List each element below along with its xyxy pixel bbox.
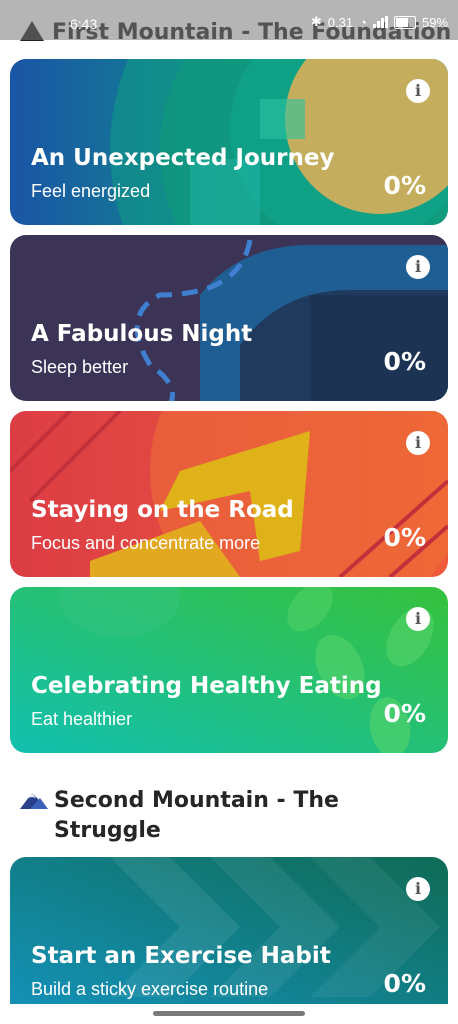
card-unexpected-journey[interactable]: i An Unexpected Journey Feel energized 0… <box>10 59 448 225</box>
card-progress: 0% <box>383 969 426 998</box>
info-icon[interactable]: i <box>406 607 430 631</box>
card-subtitle: Focus and concentrate more <box>31 533 261 553</box>
navigation-bar <box>0 1004 458 1024</box>
status-time: 6:43 <box>70 16 98 32</box>
card-progress: 0% <box>383 347 426 376</box>
status-bar: 6:43 ✱ 0.31 ◔ 59% <box>0 0 458 40</box>
wifi-icon: ◔ <box>359 14 367 30</box>
card-exercise-habit[interactable]: i Start an Exercise Habit Build a sticky… <box>10 857 448 1023</box>
card-title: Staying on the Road <box>31 497 294 523</box>
snowy-mountain-icon <box>20 788 48 818</box>
info-icon[interactable]: i <box>406 255 430 279</box>
card-healthy-eating[interactable]: i Celebrating Healthy Eating Eat healthi… <box>10 587 448 753</box>
card-title: Start an Exercise Habit <box>31 943 331 969</box>
card-subtitle: Build a sticky exercise routine <box>31 979 269 999</box>
card-progress: 0% <box>383 171 426 200</box>
network-speed: 0.31 <box>327 14 354 30</box>
bluetooth-icon: ✱ <box>310 14 322 29</box>
card-subtitle: Feel energized <box>31 181 151 201</box>
card-subtitle: Sleep better <box>31 357 129 377</box>
card-staying-on-road[interactable]: i Staying on the Road Focus and concentr… <box>10 411 448 577</box>
status-icons: ✱ 0.31 ◔ 59% <box>311 14 448 30</box>
info-icon[interactable]: i <box>406 431 430 455</box>
info-icon[interactable]: i <box>406 877 430 901</box>
card-progress: 0% <box>383 699 426 728</box>
card-fabulous-night[interactable]: i A Fabulous Night Sleep better 0% <box>10 235 448 401</box>
section-title-second-mountain: Second Mountain - The Struggle <box>20 786 384 846</box>
card-subtitle: Eat healthier <box>31 709 133 729</box>
card-title: A Fabulous Night <box>31 321 253 347</box>
home-indicator[interactable] <box>153 1011 305 1016</box>
info-icon[interactable]: i <box>406 79 430 103</box>
battery-percent: 59% <box>421 14 448 30</box>
card-progress: 0% <box>383 523 426 552</box>
battery-icon <box>393 15 416 29</box>
card-title: Celebrating Healthy Eating <box>31 673 382 699</box>
signal-icon <box>372 16 388 28</box>
card-title: An Unexpected Journey <box>31 145 335 171</box>
